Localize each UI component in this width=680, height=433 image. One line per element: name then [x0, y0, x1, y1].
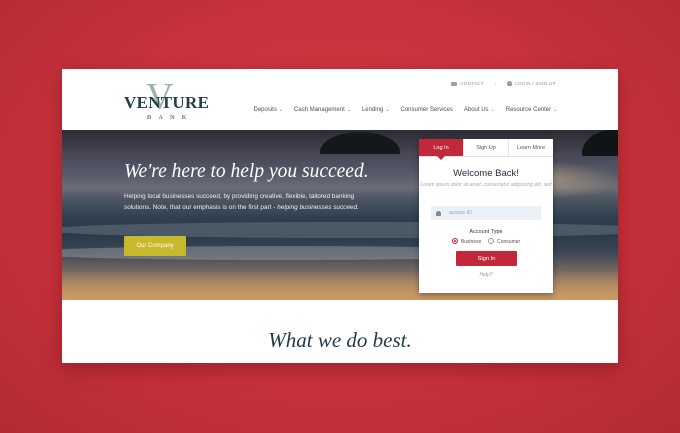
logo-bank-text: BANK	[147, 114, 194, 121]
radio-consumer[interactable]: Consumer	[488, 238, 520, 245]
sign-in-button[interactable]: Sign In	[456, 251, 517, 266]
logo-wordmark: VENTURE	[124, 93, 210, 112]
our-company-button[interactable]: Our Company	[124, 236, 186, 256]
access-id-input[interactable]: access ID	[431, 206, 541, 220]
envelope-icon	[451, 81, 458, 86]
nav-consumer-services[interactable]: Consumer Services	[395, 107, 458, 113]
nav-lending[interactable]: Lending ⌄	[356, 107, 395, 113]
hero-headline: We're here to help you succeed.	[124, 161, 369, 182]
tab-learn-more[interactable]: Learn More	[508, 139, 553, 156]
radio-empty-icon	[488, 238, 495, 244]
main-nav: Deposits ⌄ Cash Management ⌄ Lending ⌄ Cons…	[248, 107, 563, 113]
divider: |	[494, 81, 497, 87]
nav-deposits[interactable]: Deposits ⌄	[248, 107, 289, 113]
login-card: Log In Sign Up Learn More Welcome Back! …	[419, 139, 553, 293]
tab-sign-up[interactable]: Sign Up	[463, 139, 508, 156]
utility-bar: CONTACT | LOGIN / SIGN UP	[451, 81, 556, 87]
section-title: What we do best.	[268, 328, 412, 352]
account-type-label: Account Type	[469, 229, 503, 235]
tab-log-in[interactable]: Log In	[419, 139, 463, 160]
radio-business[interactable]: Business	[451, 238, 481, 245]
island-silhouette	[582, 130, 618, 156]
radio-selected-icon	[451, 238, 458, 244]
user-icon	[436, 210, 441, 216]
chevron-down-icon: ⌄	[553, 107, 558, 113]
contact-link[interactable]: CONTACT	[451, 81, 484, 86]
hero-subcopy: Helping local businesses succeed, by pro…	[124, 193, 359, 211]
help-link[interactable]: Help?	[419, 272, 553, 278]
chevron-down-icon: ⌄	[278, 107, 284, 113]
login-tabs: Log In Sign Up Learn More	[419, 139, 553, 160]
chevron-down-icon: ⌄	[385, 107, 390, 113]
login-signup-link[interactable]: LOGIN / SIGN UP	[507, 81, 556, 87]
browser-frame: V VENTURE BANK CONTACT | LOGIN / SIGN UP…	[62, 69, 618, 363]
nav-resource-center[interactable]: Resource Center ⌄	[500, 107, 563, 113]
welcome-description: Lorem ipsum dolor sit amet, consectetur …	[420, 182, 552, 188]
user-icon	[507, 81, 513, 87]
access-id-placeholder: access ID	[449, 210, 472, 216]
venture-bank-logo[interactable]: V VENTURE BANK	[124, 78, 209, 121]
chevron-down-icon: ⌄	[490, 107, 495, 113]
account-type-options: Business Consumer	[419, 238, 553, 245]
nav-cash-management[interactable]: Cash Management ⌄	[289, 107, 357, 113]
welcome-title: Welcome Back!	[453, 168, 519, 179]
nav-about-us[interactable]: About Us ⌄	[458, 107, 500, 113]
chevron-down-icon: ⌄	[346, 107, 351, 113]
island-silhouette	[320, 132, 400, 154]
